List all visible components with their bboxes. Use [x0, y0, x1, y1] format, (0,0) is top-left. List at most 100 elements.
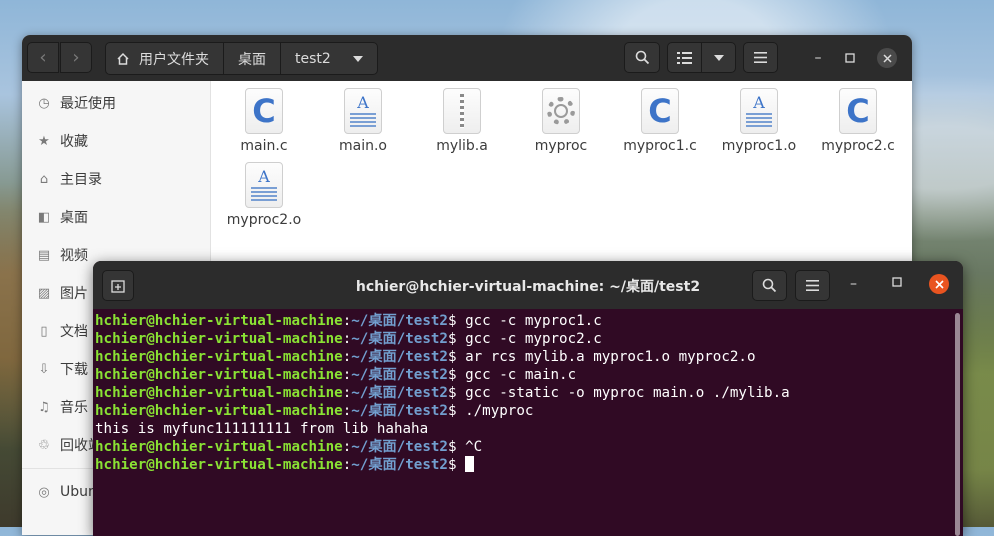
prompt-separator: : — [342, 457, 352, 473]
terminal-headerbar: hchier@hchier-virtual-machine: ~/桌面/test… — [93, 261, 963, 309]
back-button[interactable]: ‹ — [27, 42, 59, 73]
terminal-command-line: hchier@hchier-virtual-machine:~/桌面/test2… — [95, 366, 953, 384]
list-view-button[interactable] — [667, 42, 702, 73]
prompt-path: ~/桌面/test2 — [351, 403, 448, 419]
hamburger-icon — [806, 280, 819, 291]
file-item[interactable]: mylib.a — [412, 88, 512, 154]
chevron-right-icon: › — [72, 47, 80, 68]
menu-button[interactable] — [743, 42, 778, 73]
sidebar-item-starred[interactable]: ★ 收藏 — [22, 122, 210, 160]
file-item[interactable]: C myproc1.c — [610, 88, 710, 154]
prompt-path: ~/桌面/test2 — [351, 385, 448, 401]
prompt-symbol: $ — [447, 313, 466, 329]
terminal-command-line: hchier@hchier-virtual-machine:~/桌面/test2… — [95, 438, 953, 456]
prompt-user: hchier@hchier-virtual-machine — [95, 367, 343, 383]
maximize-icon — [845, 53, 855, 63]
prompt-separator: : — [342, 403, 352, 419]
file-name: myproc — [534, 138, 588, 154]
terminal-cursor — [465, 456, 475, 472]
command-text: gcc -c main.c — [465, 367, 577, 383]
terminal-output[interactable]: hchier@hchier-virtual-machine:~/桌面/test2… — [95, 312, 953, 536]
terminal-output-line: this is myfunc111111111 from lib hahaha — [95, 420, 953, 438]
file-item[interactable]: A main.o — [313, 88, 413, 154]
breadcrumb-current[interactable]: test2 — [281, 43, 377, 74]
command-text: ^C — [465, 439, 483, 455]
view-options-button[interactable] — [701, 42, 736, 73]
executable-file-icon — [542, 88, 580, 134]
star-icon: ★ — [38, 133, 50, 149]
prompt-symbol: $ — [447, 349, 466, 365]
trash-icon: ♲ — [38, 437, 50, 453]
command-text: gcc -static -o myproc main.o ./mylib.a — [465, 385, 790, 401]
file-item[interactable]: C myproc2.c — [808, 88, 908, 154]
prompt-user: hchier@hchier-virtual-machine — [95, 385, 343, 401]
disc-icon: ◎ — [38, 484, 50, 500]
prompt-symbol: $ — [447, 439, 466, 455]
search-button[interactable] — [624, 42, 660, 73]
search-icon — [635, 50, 649, 65]
sidebar-item-recent[interactable]: ◷ 最近使用 — [22, 84, 210, 122]
sidebar-item-home[interactable]: ⌂ 主目录 — [22, 160, 210, 198]
object-file-icon: A — [245, 162, 283, 208]
clock-icon: ◷ — [38, 95, 50, 111]
sidebar-item-label: 图片 — [60, 286, 88, 302]
prompt-symbol: $ — [447, 385, 466, 401]
terminal-command-line: hchier@hchier-virtual-machine:~/桌面/test2… — [95, 456, 953, 474]
file-item[interactable]: A myproc1.o — [709, 88, 809, 154]
breadcrumb-label: 桌面 — [238, 51, 266, 68]
file-item[interactable]: C main.c — [214, 88, 314, 154]
maximize-button[interactable] — [840, 48, 860, 68]
breadcrumb-home[interactable]: 用户文件夹 — [106, 43, 224, 74]
prompt-separator: : — [342, 439, 352, 455]
prompt-user: hchier@hchier-virtual-machine — [95, 439, 343, 455]
object-file-icon: A — [740, 88, 778, 134]
forward-button[interactable]: › — [60, 42, 92, 73]
terminal-close-button[interactable] — [929, 274, 949, 294]
prompt-separator: : — [342, 313, 352, 329]
file-name: myproc1.o — [721, 138, 797, 154]
breadcrumb-desktop[interactable]: 桌面 — [224, 43, 281, 74]
terminal-command-line: hchier@hchier-virtual-machine:~/桌面/test2… — [95, 348, 953, 366]
sidebar-item-desktop[interactable]: ◧ 桌面 — [22, 198, 210, 236]
terminal-maximize-button[interactable] — [892, 276, 902, 290]
file-name: mylib.a — [436, 138, 488, 154]
file-name: myproc2.o — [226, 212, 302, 228]
prompt-separator: : — [342, 331, 352, 347]
hamburger-icon — [754, 52, 767, 63]
prompt-user: hchier@hchier-virtual-machine — [95, 403, 343, 419]
archive-file-icon — [443, 88, 481, 134]
c-source-file-icon: C — [641, 88, 679, 134]
prompt-path: ~/桌面/test2 — [351, 313, 448, 329]
command-text: gcc -c myproc1.c — [465, 313, 602, 329]
desktop-icon: ◧ — [37, 209, 51, 225]
close-icon — [934, 279, 944, 289]
prompt-path: ~/桌面/test2 — [351, 439, 448, 455]
command-text: ./myproc — [465, 403, 534, 419]
breadcrumb-label: test2 — [295, 50, 331, 67]
sidebar-item-label: 收藏 — [60, 134, 88, 150]
breadcrumb-label: 用户文件夹 — [139, 51, 209, 68]
terminal-menu-button[interactable] — [795, 270, 830, 301]
caret-down-icon — [713, 54, 724, 61]
prompt-user: hchier@hchier-virtual-machine — [95, 313, 343, 329]
output-text: this is myfunc111111111 from lib hahaha — [95, 421, 429, 437]
terminal-search-button[interactable] — [752, 270, 787, 301]
download-icon: ⇩ — [38, 361, 50, 377]
terminal-scrollbar[interactable] — [955, 313, 960, 536]
terminal-minimize-button[interactable]: – — [850, 276, 857, 292]
sidebar-item-label: 音乐 — [60, 400, 88, 416]
prompt-symbol: $ — [447, 331, 466, 347]
prompt-path: ~/桌面/test2 — [351, 331, 448, 347]
close-button[interactable] — [877, 48, 897, 68]
minimize-button[interactable]: – — [808, 48, 828, 68]
terminal-window: hchier@hchier-virtual-machine: ~/桌面/test… — [93, 261, 963, 536]
object-file-icon: A — [344, 88, 382, 134]
file-item[interactable]: myproc — [511, 88, 611, 154]
c-source-file-icon: C — [839, 88, 877, 134]
document-icon: ▯ — [40, 323, 48, 339]
prompt-path: ~/桌面/test2 — [351, 457, 448, 473]
close-icon — [882, 53, 892, 63]
minimize-icon: – — [814, 50, 822, 66]
file-item[interactable]: A myproc2.o — [214, 162, 314, 228]
caret-down-icon — [352, 55, 363, 62]
